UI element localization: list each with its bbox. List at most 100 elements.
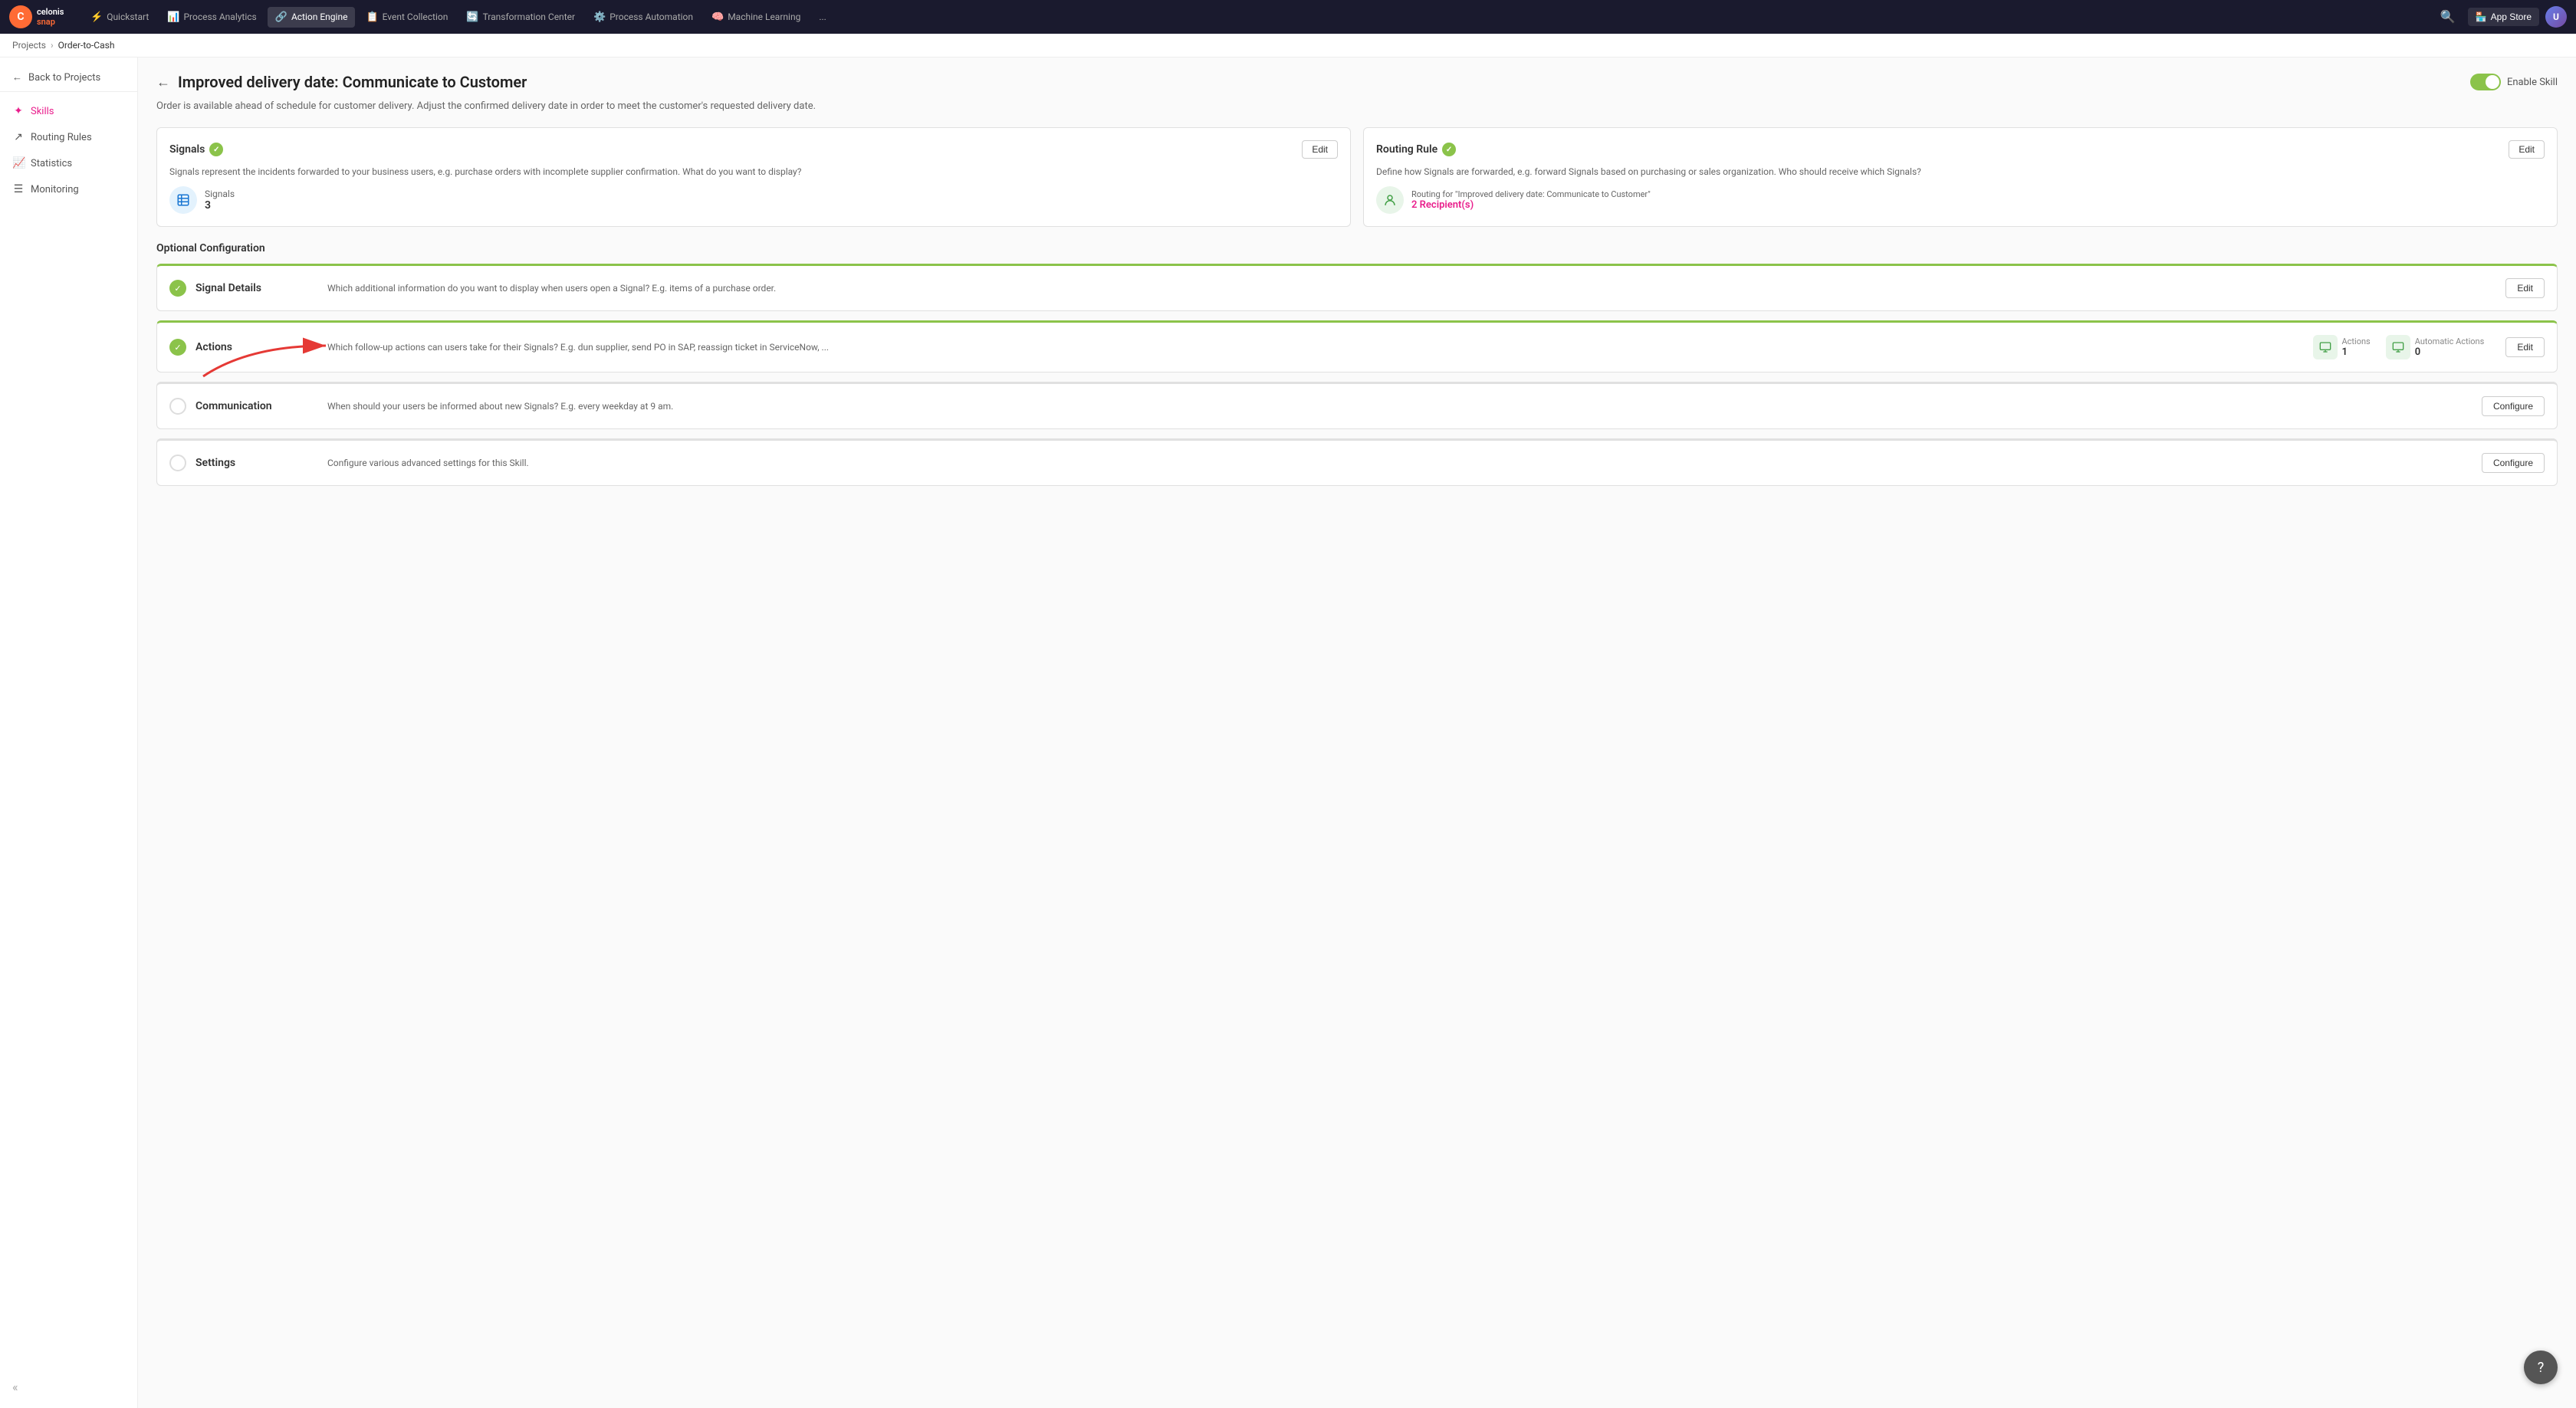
page-back-button[interactable]: ←	[156, 74, 170, 90]
logo-icon: C	[9, 5, 32, 28]
signals-count-text: Signals 3	[205, 189, 235, 212]
signal-details-edit-button[interactable]: Edit	[2505, 278, 2545, 298]
skills-icon: ✦	[12, 105, 25, 117]
nav-machine-learning[interactable]: 🧠 Machine Learning	[704, 7, 808, 28]
logo-text: celonissnap	[37, 7, 64, 27]
content-area: ← Improved delivery date: Communicate to…	[138, 57, 2576, 1408]
communication-status-icon	[169, 398, 186, 415]
breadcrumb: Projects › Order-to-Cash	[0, 34, 2576, 57]
optional-config-title: Optional Configuration	[156, 242, 2558, 254]
breadcrumb-current: Order-to-Cash	[58, 40, 115, 51]
communication-configure-button[interactable]: Configure	[2482, 396, 2545, 416]
routing-rule-edit-button[interactable]: Edit	[2509, 140, 2545, 159]
routing-rules-icon: ↗	[12, 131, 25, 143]
process-analytics-icon: 📊	[167, 11, 179, 23]
enable-skill-toggle[interactable]	[2470, 74, 2501, 90]
actions-description: Which follow-up actions can users take f…	[327, 342, 2304, 353]
signals-card-info: Signals 3	[169, 186, 1338, 214]
actions-edit-button[interactable]: Edit	[2505, 337, 2545, 357]
actions-config-card: ✓ Actions Which follow-up actions can us…	[156, 320, 2558, 373]
logo[interactable]: C celonissnap	[9, 5, 71, 28]
auto-actions-count-item: Automatic Actions 0	[2386, 335, 2485, 359]
sidebar-item-skills[interactable]: ✦ Skills	[0, 98, 137, 124]
actions-count-item: Actions 1	[2313, 335, 2371, 359]
page-title: Improved delivery date: Communicate to C…	[178, 73, 527, 91]
user-avatar[interactable]: U	[2545, 6, 2567, 28]
breadcrumb-projects[interactable]: Projects	[12, 40, 46, 51]
sidebar-item-monitoring[interactable]: ☰ Monitoring	[0, 176, 137, 202]
signals-edit-button[interactable]: Edit	[1302, 140, 1338, 159]
action-engine-icon: 🔗	[275, 11, 288, 23]
app-store-icon: 🏪	[2476, 11, 2487, 22]
routing-rule-card-description: Define how Signals are forwarded, e.g. f…	[1376, 166, 2545, 177]
actions-count-icon	[2313, 335, 2338, 359]
top-cards-row: Signals ✓ Edit Signals represent the inc…	[156, 127, 2558, 227]
machine-learning-icon: 🧠	[711, 11, 724, 23]
settings-description: Configure various advanced settings for …	[327, 458, 2472, 468]
app-store-button[interactable]: 🏪 App Store	[2468, 8, 2539, 26]
actions-status-icon: ✓	[169, 339, 186, 356]
signals-status-icon: ✓	[209, 143, 223, 156]
signals-card-header: Signals ✓ Edit	[169, 140, 1338, 159]
process-automation-icon: ⚙️	[593, 11, 606, 23]
settings-configure-button[interactable]: Configure	[2482, 453, 2545, 473]
routing-info-icon	[1376, 186, 1404, 214]
back-to-projects-button[interactable]: ← Back to Projects	[0, 64, 137, 92]
main-layout: ← Back to Projects ✦ Skills ↗ Routing Ru…	[0, 57, 2576, 1408]
communication-title: Communication	[196, 400, 318, 412]
top-navigation: C celonissnap ⚡ Quickstart 📊 Process Ana…	[0, 0, 2576, 34]
breadcrumb-separator: ›	[51, 40, 54, 51]
routing-rule-card-header: Routing Rule ✓ Edit	[1376, 140, 2545, 159]
quickstart-icon: ⚡	[90, 11, 103, 23]
routing-rule-card-title-row: Routing Rule ✓	[1376, 143, 1456, 156]
enable-skill-label: Enable Skill	[2507, 77, 2558, 88]
transformation-center-icon: 🔄	[466, 11, 478, 23]
statistics-icon: 📈	[12, 157, 25, 169]
auto-actions-count-icon	[2386, 335, 2410, 359]
sidebar: ← Back to Projects ✦ Skills ↗ Routing Ru…	[0, 57, 138, 1408]
settings-title: Settings	[196, 457, 318, 469]
enable-skill-control: Enable Skill	[2470, 74, 2558, 90]
help-button[interactable]: ?	[2524, 1351, 2558, 1384]
sidebar-item-routing-rules[interactable]: ↗ Routing Rules	[0, 124, 137, 150]
nav-event-collection[interactable]: 📋 Event Collection	[358, 7, 455, 28]
nav-quickstart[interactable]: ⚡ Quickstart	[83, 7, 156, 28]
sidebar-collapse-button[interactable]: «	[0, 1372, 137, 1402]
actions-meta: Actions 1 Automatic Actions 0	[2313, 335, 2485, 359]
search-button[interactable]: 🔍	[2434, 6, 2462, 28]
page-title-row: ← Improved delivery date: Communicate to…	[156, 73, 527, 91]
signal-details-config-card: ✓ Signal Details Which additional inform…	[156, 264, 2558, 311]
signals-card-title-row: Signals ✓	[169, 143, 223, 156]
page-description: Order is available ahead of schedule for…	[156, 100, 2558, 112]
signal-details-title: Signal Details	[196, 282, 318, 294]
settings-config-card: Settings Configure various advanced sett…	[156, 438, 2558, 486]
routing-rule-status-icon: ✓	[1442, 143, 1456, 156]
signals-card-description: Signals represent the incidents forwarde…	[169, 166, 1338, 177]
routing-rule-card: Routing Rule ✓ Edit Define how Signals a…	[1363, 127, 2558, 227]
monitoring-icon: ☰	[12, 183, 25, 195]
routing-rule-info: Routing for "Improved delivery date: Com…	[1376, 186, 2545, 214]
signals-info-icon	[169, 186, 197, 214]
signals-card: Signals ✓ Edit Signals represent the inc…	[156, 127, 1351, 227]
nav-action-engine[interactable]: 🔗 Action Engine	[268, 7, 356, 28]
routing-info-text: Routing for "Improved delivery date: Com…	[1411, 189, 1651, 211]
nav-more[interactable]: ...	[811, 7, 834, 27]
nav-transformation-center[interactable]: 🔄 Transformation Center	[458, 7, 583, 28]
signal-details-description: Which additional information do you want…	[327, 283, 2496, 294]
page-header: ← Improved delivery date: Communicate to…	[156, 73, 2558, 91]
auto-actions-count-text: Automatic Actions 0	[2415, 336, 2485, 358]
signal-details-status-icon: ✓	[169, 280, 186, 297]
signals-card-title: Signals	[169, 143, 205, 156]
routing-rule-card-title: Routing Rule	[1376, 143, 1438, 156]
back-arrow-icon: ←	[12, 71, 22, 84]
communication-config-card: Communication When should your users be …	[156, 382, 2558, 429]
communication-description: When should your users be informed about…	[327, 401, 2472, 412]
actions-title: Actions	[196, 341, 318, 353]
nav-process-analytics[interactable]: 📊 Process Analytics	[159, 7, 264, 28]
event-collection-icon: 📋	[366, 11, 378, 23]
nav-process-automation[interactable]: ⚙️ Process Automation	[586, 7, 701, 28]
settings-status-icon	[169, 455, 186, 471]
actions-count-text: Actions 1	[2342, 336, 2371, 358]
nav-right-area: 🔍 🏪 App Store U	[2434, 6, 2567, 28]
sidebar-item-statistics[interactable]: 📈 Statistics	[0, 150, 137, 176]
